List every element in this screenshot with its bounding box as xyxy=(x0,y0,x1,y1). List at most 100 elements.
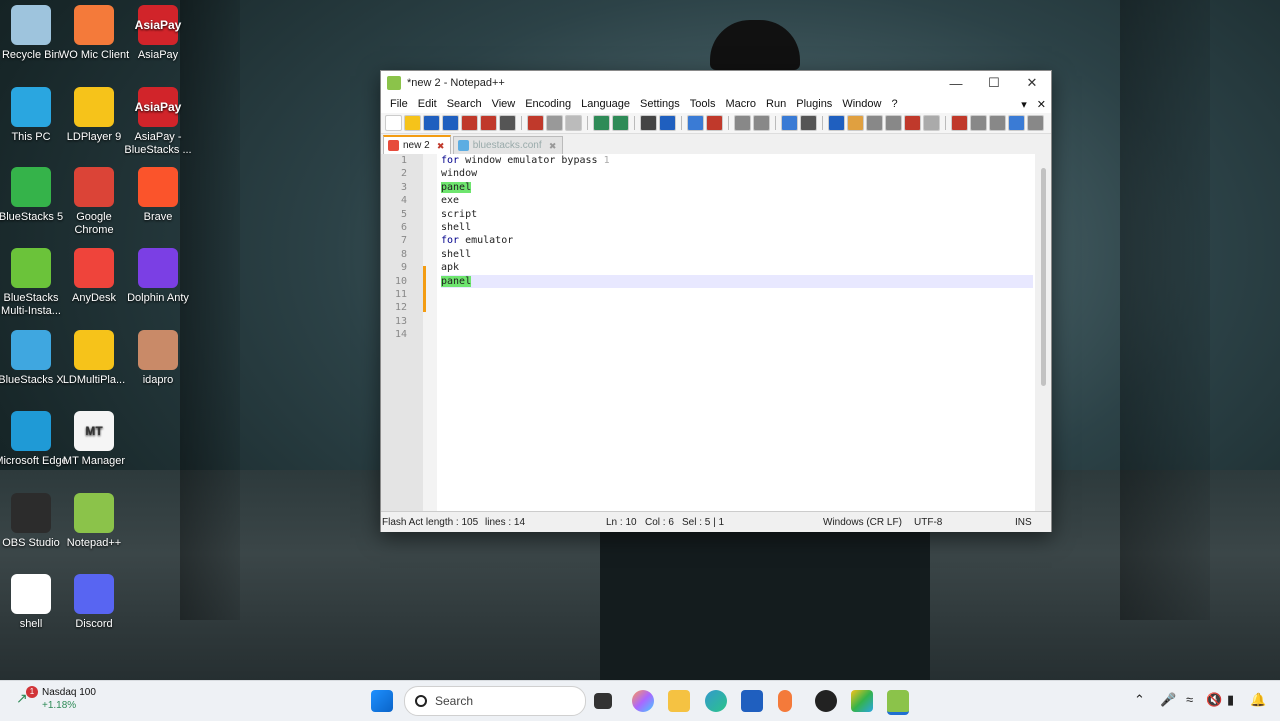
menu-encoding[interactable]: Encoding xyxy=(520,98,576,110)
close-all-icon[interactable] xyxy=(480,115,497,131)
sync-h-icon[interactable] xyxy=(753,115,770,131)
code-line[interactable]: for window emulator bypass 1 xyxy=(441,154,1033,167)
notepadpp-taskbar-icon[interactable] xyxy=(887,690,909,715)
task-view-icon[interactable] xyxy=(594,693,612,709)
obs-taskbar-icon[interactable] xyxy=(815,690,837,712)
save-icon[interactable] xyxy=(423,115,440,131)
indent-guide-icon[interactable] xyxy=(828,115,845,131)
folder-workspace-icon[interactable] xyxy=(904,115,921,131)
show-hidden-icons-chevron-icon[interactable]: ⌃ xyxy=(1134,692,1145,708)
func-list-icon[interactable] xyxy=(885,115,902,131)
tab-new-2[interactable]: new 2 ✖ xyxy=(383,135,451,154)
zoom-in-icon[interactable] xyxy=(687,115,704,131)
copy-icon[interactable] xyxy=(546,115,563,131)
file-explorer-icon[interactable] xyxy=(668,690,690,712)
wo-mic-taskbar-icon[interactable] xyxy=(778,690,792,712)
menu-tools[interactable]: Tools xyxy=(685,98,721,110)
menu-file[interactable]: File xyxy=(385,98,413,110)
menu-search[interactable]: Search xyxy=(442,98,487,110)
macro-play-icon[interactable] xyxy=(989,115,1006,131)
menu-window[interactable]: Window xyxy=(837,98,886,110)
menu-macro[interactable]: Macro xyxy=(720,98,761,110)
doc-map-icon[interactable] xyxy=(866,115,883,131)
close-icon[interactable] xyxy=(461,115,478,131)
desktop-icon-label: Dolphin Anty xyxy=(127,292,189,304)
desktop-icon-asiapay[interactable]: AsiaPay AsiaPay xyxy=(120,5,196,62)
vertical-scrollbar[interactable] xyxy=(1035,154,1051,511)
zoom-out-icon[interactable] xyxy=(706,115,723,131)
code-line[interactable]: panel xyxy=(441,274,1033,288)
copilot-icon[interactable] xyxy=(632,690,654,712)
desktop-icon-asiapay-bluestacks[interactable]: AsiaPay AsiaPay - BlueStacks ... xyxy=(120,87,196,157)
tab-bluestacks-conf[interactable]: bluestacks.conf ✖ xyxy=(452,136,563,154)
open-file-icon[interactable] xyxy=(404,115,421,131)
show-all-chars-icon[interactable] xyxy=(800,115,817,131)
menu-language[interactable]: Language xyxy=(576,98,635,110)
desktop-icon-dolphin-anty[interactable]: Dolphin Anty xyxy=(120,248,196,305)
microphone-icon[interactable]: 🎤 xyxy=(1160,692,1176,708)
macro-run-multi-icon[interactable] xyxy=(1008,115,1025,131)
menu-plugins[interactable]: Plugins xyxy=(791,98,837,110)
menu-help[interactable]: ? xyxy=(886,98,902,110)
scrollbar-thumb[interactable] xyxy=(1041,168,1046,386)
tab-list-icon[interactable]: ▾ xyxy=(1016,98,1032,111)
code-line[interactable] xyxy=(441,288,1033,301)
bluestacks-taskbar-icon[interactable] xyxy=(851,690,873,712)
close-button[interactable]: ✕ xyxy=(1013,71,1051,95)
notification-bell-icon[interactable]: 🔔 xyxy=(1250,692,1266,708)
menu-settings[interactable]: Settings xyxy=(635,98,685,110)
code-line[interactable]: for emulator xyxy=(441,234,1033,247)
code-line[interactable]: window xyxy=(441,167,1033,180)
find-icon[interactable] xyxy=(640,115,657,131)
code-line[interactable]: shell xyxy=(441,221,1033,234)
sync-v-icon[interactable] xyxy=(734,115,751,131)
battery-icon[interactable]: ▮ xyxy=(1227,692,1234,708)
cut-icon[interactable] xyxy=(527,115,544,131)
print-icon[interactable] xyxy=(499,115,516,131)
udl-icon[interactable] xyxy=(847,115,864,131)
edge-taskbar-icon[interactable] xyxy=(705,690,727,712)
desktop-icon-brave[interactable]: Brave xyxy=(120,167,196,224)
title-bar[interactable]: *new 2 - Notepad++ — ☐ ✕ xyxy=(381,71,1051,95)
store-icon[interactable] xyxy=(741,690,763,712)
stock-widget[interactable]: ↗ 1 Nasdaq 100 +1.18% xyxy=(16,686,96,712)
tab-close-icon[interactable]: ✖ xyxy=(436,141,446,151)
maximize-button[interactable]: ☐ xyxy=(975,71,1013,95)
code-line[interactable]: exe xyxy=(441,194,1033,207)
code-line[interactable]: panel xyxy=(441,181,1033,194)
desktop-icon-mt-manager[interactable]: MT MT Manager xyxy=(56,411,132,468)
windows-start-icon[interactable] xyxy=(371,690,393,712)
code-line[interactable]: shell xyxy=(441,248,1033,261)
taskbar-search[interactable]: Search xyxy=(404,686,586,716)
ldplayer-icon xyxy=(74,87,114,127)
code-line[interactable]: apk xyxy=(441,261,1033,274)
redo-icon[interactable] xyxy=(612,115,629,131)
code-line[interactable] xyxy=(441,315,1033,328)
paste-icon[interactable] xyxy=(565,115,582,131)
desktop-icon-discord[interactable]: Discord xyxy=(56,574,132,631)
macro-stop-icon[interactable] xyxy=(970,115,987,131)
editor-area[interactable]: 1 for window emulator bypass 1 2 window 3 pan… xyxy=(381,154,1051,511)
tab-close-icon[interactable]: ✖ xyxy=(548,141,558,151)
desktop-icon-idapro[interactable]: idapro xyxy=(120,330,196,387)
code-line[interactable] xyxy=(441,328,1033,341)
menu-view[interactable]: View xyxy=(487,98,521,110)
code-line[interactable] xyxy=(441,301,1033,314)
macro-save-icon[interactable] xyxy=(1027,115,1044,131)
word-wrap-icon[interactable] xyxy=(781,115,798,131)
new-file-icon[interactable] xyxy=(385,115,402,131)
wifi-icon[interactable]: ≈ xyxy=(1186,692,1193,707)
macro-record-icon[interactable] xyxy=(951,115,968,131)
desktop-icon-notepadpp[interactable]: Notepad++ xyxy=(56,493,132,550)
replace-icon[interactable] xyxy=(659,115,676,131)
code-line[interactable]: script xyxy=(441,208,1033,221)
speaker-muted-icon[interactable]: 🔇 xyxy=(1206,692,1222,708)
monitor-icon[interactable] xyxy=(923,115,940,131)
menu-run[interactable]: Run xyxy=(761,98,791,110)
line-number: 13 xyxy=(394,315,407,327)
menu-edit[interactable]: Edit xyxy=(413,98,442,110)
undo-icon[interactable] xyxy=(593,115,610,131)
save-all-icon[interactable] xyxy=(442,115,459,131)
close-doc-icon[interactable]: ✕ xyxy=(1032,98,1051,111)
minimize-button[interactable]: — xyxy=(937,71,975,95)
